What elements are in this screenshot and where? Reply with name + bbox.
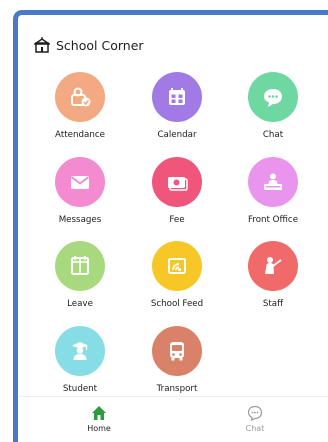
chat-bubble-outline-icon	[247, 405, 263, 421]
tile-fee[interactable]: Fee	[122, 157, 232, 237]
nav-home[interactable]: Home	[69, 405, 129, 433]
tile-messages[interactable]: Messages	[25, 157, 135, 237]
tile-school-feed[interactable]: School Feed	[122, 241, 232, 321]
nav-chat[interactable]: Chat	[225, 405, 285, 433]
calendar-icon	[152, 72, 202, 122]
tile-label: Leave	[67, 299, 93, 309]
desk-icon	[248, 157, 298, 207]
tile-front-office[interactable]: Front Office	[218, 157, 328, 237]
leave-icon	[55, 241, 105, 291]
tile-label: Front Office	[247, 215, 299, 225]
graduate-icon	[55, 326, 105, 376]
chat-bubble-icon	[248, 72, 298, 122]
school-building-icon	[34, 37, 50, 53]
tile-label: Transport	[156, 384, 198, 394]
feed-icon	[152, 241, 202, 291]
tile-label: Attendance	[55, 130, 105, 140]
tile-calendar[interactable]: Calendar	[122, 72, 232, 152]
money-icon	[152, 157, 202, 207]
tile-label: Staff	[262, 299, 284, 309]
tile-label: Fee	[169, 215, 185, 225]
tile-chat[interactable]: Chat	[218, 72, 328, 152]
home-icon	[92, 406, 106, 420]
tile-transport[interactable]: Transport	[122, 326, 232, 406]
bus-icon	[152, 326, 202, 376]
app-header: School Corner	[34, 35, 144, 55]
tile-label: Messages	[58, 215, 102, 225]
teacher-icon	[248, 241, 298, 291]
attendance-icon	[55, 72, 105, 122]
tile-label: School Feed	[150, 299, 204, 309]
tile-label: Chat	[262, 130, 284, 140]
page-title: School Corner	[56, 37, 144, 53]
tile-student[interactable]: Student	[25, 326, 135, 406]
tile-attendance[interactable]: Attendance	[25, 72, 135, 152]
tile-label: Calendar	[157, 130, 197, 140]
nav-home-label: Home	[87, 424, 111, 433]
bottom-nav: Home Chat	[18, 396, 328, 438]
tile-label: Student	[62, 384, 98, 394]
nav-chat-label: Chat	[245, 424, 265, 433]
tile-leave[interactable]: Leave	[25, 241, 135, 321]
tile-staff[interactable]: Staff	[218, 241, 328, 321]
envelope-icon	[55, 157, 105, 207]
